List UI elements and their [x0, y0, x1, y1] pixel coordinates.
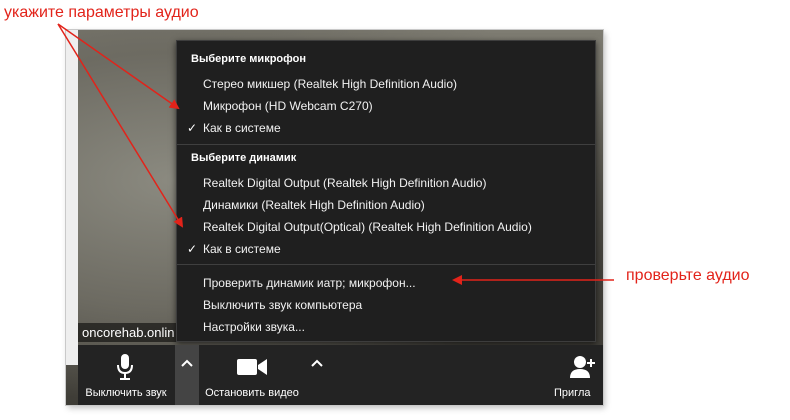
arrow-to-speaker — [57, 23, 184, 228]
annotation-arrows — [57, 23, 614, 285]
arrow-to-microphone — [57, 23, 180, 110]
